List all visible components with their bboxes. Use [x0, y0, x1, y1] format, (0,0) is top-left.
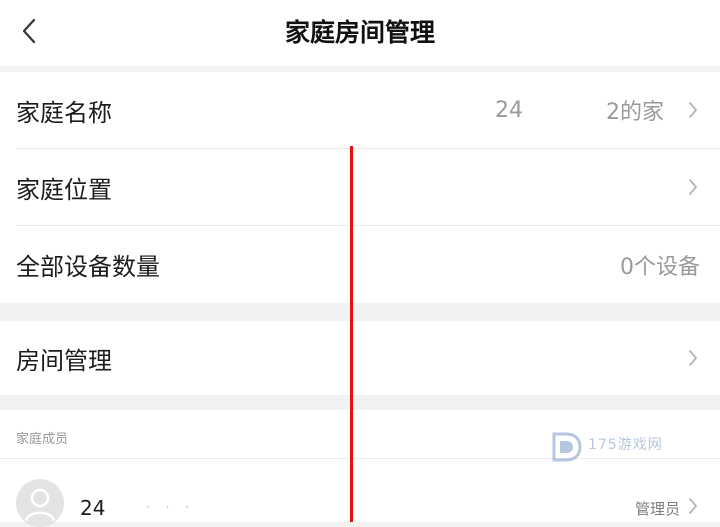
annotation-line — [350, 146, 353, 522]
app-header: 家庭房间管理 — [0, 0, 720, 66]
page-title: 家庭房间管理 — [284, 18, 435, 47]
family-name-row[interactable]: 家庭名称 24 2的家 — [0, 72, 720, 148]
room-management-label: 房间管理 — [16, 346, 112, 375]
member-name-redacted: · · · — [146, 500, 196, 514]
device-count-row[interactable]: 全部设备数量 0个设备 — [0, 226, 720, 303]
family-name-label: 家庭名称 — [16, 98, 112, 127]
chevron-right-icon — [686, 72, 700, 148]
device-count-label: 全部设备数量 — [16, 253, 160, 281]
member-name: 24 — [80, 496, 106, 520]
chevron-right-icon — [686, 149, 700, 225]
chevron-left-icon — [22, 18, 36, 44]
device-count-value: 0个设备 — [620, 254, 700, 280]
user-avatar-icon — [16, 479, 64, 527]
watermark-logo-icon — [552, 432, 582, 462]
watermark: 175游戏网 — [550, 430, 680, 464]
back-button[interactable] — [14, 14, 44, 48]
room-management-row[interactable]: 房间管理 — [0, 321, 720, 395]
member-role-badge: 管理员 — [634, 500, 680, 518]
family-name-value-part1: 24 — [495, 97, 523, 123]
family-location-row[interactable]: 家庭位置 — [0, 149, 720, 225]
watermark-text: 175游戏网 — [588, 437, 663, 453]
members-section-label: 家庭成员 — [16, 432, 69, 447]
chevron-right-icon — [686, 492, 700, 520]
family-name-value-part2: 2的家 — [606, 100, 664, 125]
family-location-label: 家庭位置 — [16, 175, 112, 204]
avatar — [16, 479, 64, 527]
chevron-right-icon — [686, 321, 700, 395]
member-row[interactable] — [0, 459, 720, 522]
